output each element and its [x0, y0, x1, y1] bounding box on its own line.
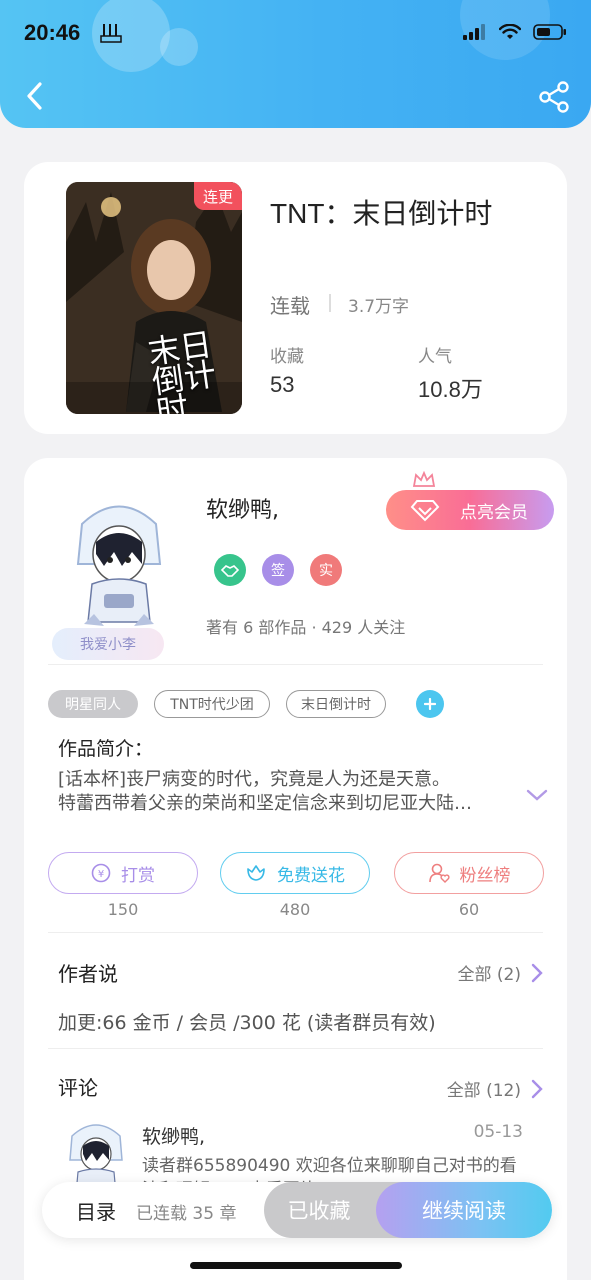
app-status-icon: [100, 24, 122, 43]
reward-label: 打赏: [121, 865, 155, 886]
chevron-right-icon: [531, 963, 543, 982]
vip-button-label: 点亮会员: [460, 502, 528, 523]
cover-update-badge: 连更: [194, 182, 242, 210]
commenter-name[interactable]: 软缈鸭,: [142, 1122, 205, 1149]
verified-badge: 实: [310, 554, 342, 586]
diamond-icon: [410, 500, 440, 522]
send-flower-label: 免费送花: [277, 865, 345, 886]
comments-more-label: 全部 (12): [446, 1081, 521, 1101]
home-indicator[interactable]: [190, 1262, 402, 1269]
fan-count: 60: [458, 900, 480, 919]
divider: [48, 1048, 543, 1049]
divider: [48, 932, 543, 933]
chevron-down-icon[interactable]: [526, 788, 548, 802]
decor-bubble: [160, 28, 198, 66]
favorites-value: 53: [270, 372, 295, 397]
chevron-left-icon: [27, 82, 42, 110]
author-says-title: 作者说: [58, 962, 118, 986]
popularity-value: 10.8万: [418, 377, 483, 402]
handshake-icon: [220, 565, 240, 577]
book-status: 连载: [270, 294, 310, 318]
avatar-title-tag: 我爱小李: [52, 628, 164, 660]
comment-date: 05-13: [473, 1122, 523, 1142]
reward-count: 150: [107, 900, 139, 919]
status-indicators: [463, 24, 567, 40]
comments-more-button[interactable]: 全部 (12): [447, 1076, 543, 1101]
status-time: 20:46: [24, 20, 81, 45]
divider: [329, 294, 331, 312]
svg-text:¥: ¥: [98, 869, 104, 880]
author-says-more-button[interactable]: 全部 (2): [458, 960, 543, 985]
tag-item[interactable]: 末日倒计时: [286, 690, 386, 718]
author-name[interactable]: 软缈鸭,: [206, 492, 279, 524]
collected-label: 已收藏: [287, 1199, 351, 1223]
fan-ranking-button[interactable]: 粉丝榜: [394, 852, 544, 894]
author-meta: 著有 6 部作品 · 429 人关注: [206, 618, 406, 637]
handshake-badge-icon: [214, 554, 246, 586]
intro-line: 特蕾西带着父亲的荣尚和坚定信念来到切尼亚大陆…: [58, 793, 472, 814]
send-flower-button[interactable]: 免费送花: [220, 852, 370, 894]
add-tag-button[interactable]: [416, 690, 444, 718]
book-title: TNT：末日倒计时: [270, 198, 493, 229]
word-count: 3.7万字: [348, 297, 410, 317]
bottom-action-bar: 目录 已连载 35 章 已收藏 继续阅读: [42, 1182, 552, 1238]
cellular-signal-icon: [463, 24, 485, 40]
tag-item[interactable]: 明星同人: [48, 690, 138, 718]
tag-item[interactable]: TNT时代少团: [154, 690, 270, 718]
book-info-card: 连更 末日倒计时 TNT：末日倒计时 连载 3.7万字 收藏 53 人气 10.…: [24, 162, 567, 434]
author-card: 我爱小李 软缈鸭, 点亮会员 签 实 著有 6 部作品 · 429 人关注 明星…: [24, 458, 567, 1280]
crown-icon: [412, 470, 436, 487]
back-button[interactable]: [18, 78, 50, 114]
share-icon[interactable]: [537, 80, 571, 114]
chapter-count: 已连载 35 章: [136, 1204, 237, 1224]
reward-button[interactable]: ¥ 打赏: [48, 852, 198, 894]
intro-title: 作品简介：: [58, 738, 154, 760]
plus-icon: [424, 698, 436, 710]
fan-ranking-label: 粉丝榜: [459, 865, 511, 886]
chevron-right-icon: [531, 1079, 543, 1098]
coin-icon: ¥: [91, 863, 111, 883]
top-header: 20:46: [0, 0, 591, 128]
book-cover[interactable]: 连更 末日倒计时: [66, 182, 242, 414]
author-says-more-label: 全部 (2): [457, 965, 521, 985]
comments-title: 评论: [58, 1076, 98, 1100]
continue-reading-button[interactable]: 继续阅读: [376, 1182, 552, 1238]
table-of-contents-button[interactable]: 目录: [76, 1196, 116, 1225]
divider: [48, 664, 543, 665]
intro-text[interactable]: [话本杯]丧尸病变的时代，究竟是人为还是天意。 特蕾西带着父亲的荣尚和坚定信念来…: [58, 768, 508, 816]
flower-icon: [247, 865, 265, 881]
wifi-icon: [499, 24, 521, 39]
intro-line: [话本杯]丧尸病变的时代，究竟是人为还是天意。: [58, 769, 451, 790]
favorites-label: 收藏: [270, 347, 304, 367]
author-says-text: 加更:66 金币 / 会员 /300 花 (读者群员有效): [58, 1012, 436, 1034]
user-heart-icon: [428, 863, 450, 883]
flower-count: 480: [279, 900, 311, 919]
author-avatar[interactable]: [64, 494, 174, 634]
cover-title-art: 末日倒计时: [145, 325, 219, 414]
popularity-label: 人气: [418, 347, 452, 367]
continue-reading-label: 继续阅读: [422, 1199, 506, 1223]
battery-icon: [533, 24, 566, 40]
signed-badge: 签: [262, 554, 294, 586]
